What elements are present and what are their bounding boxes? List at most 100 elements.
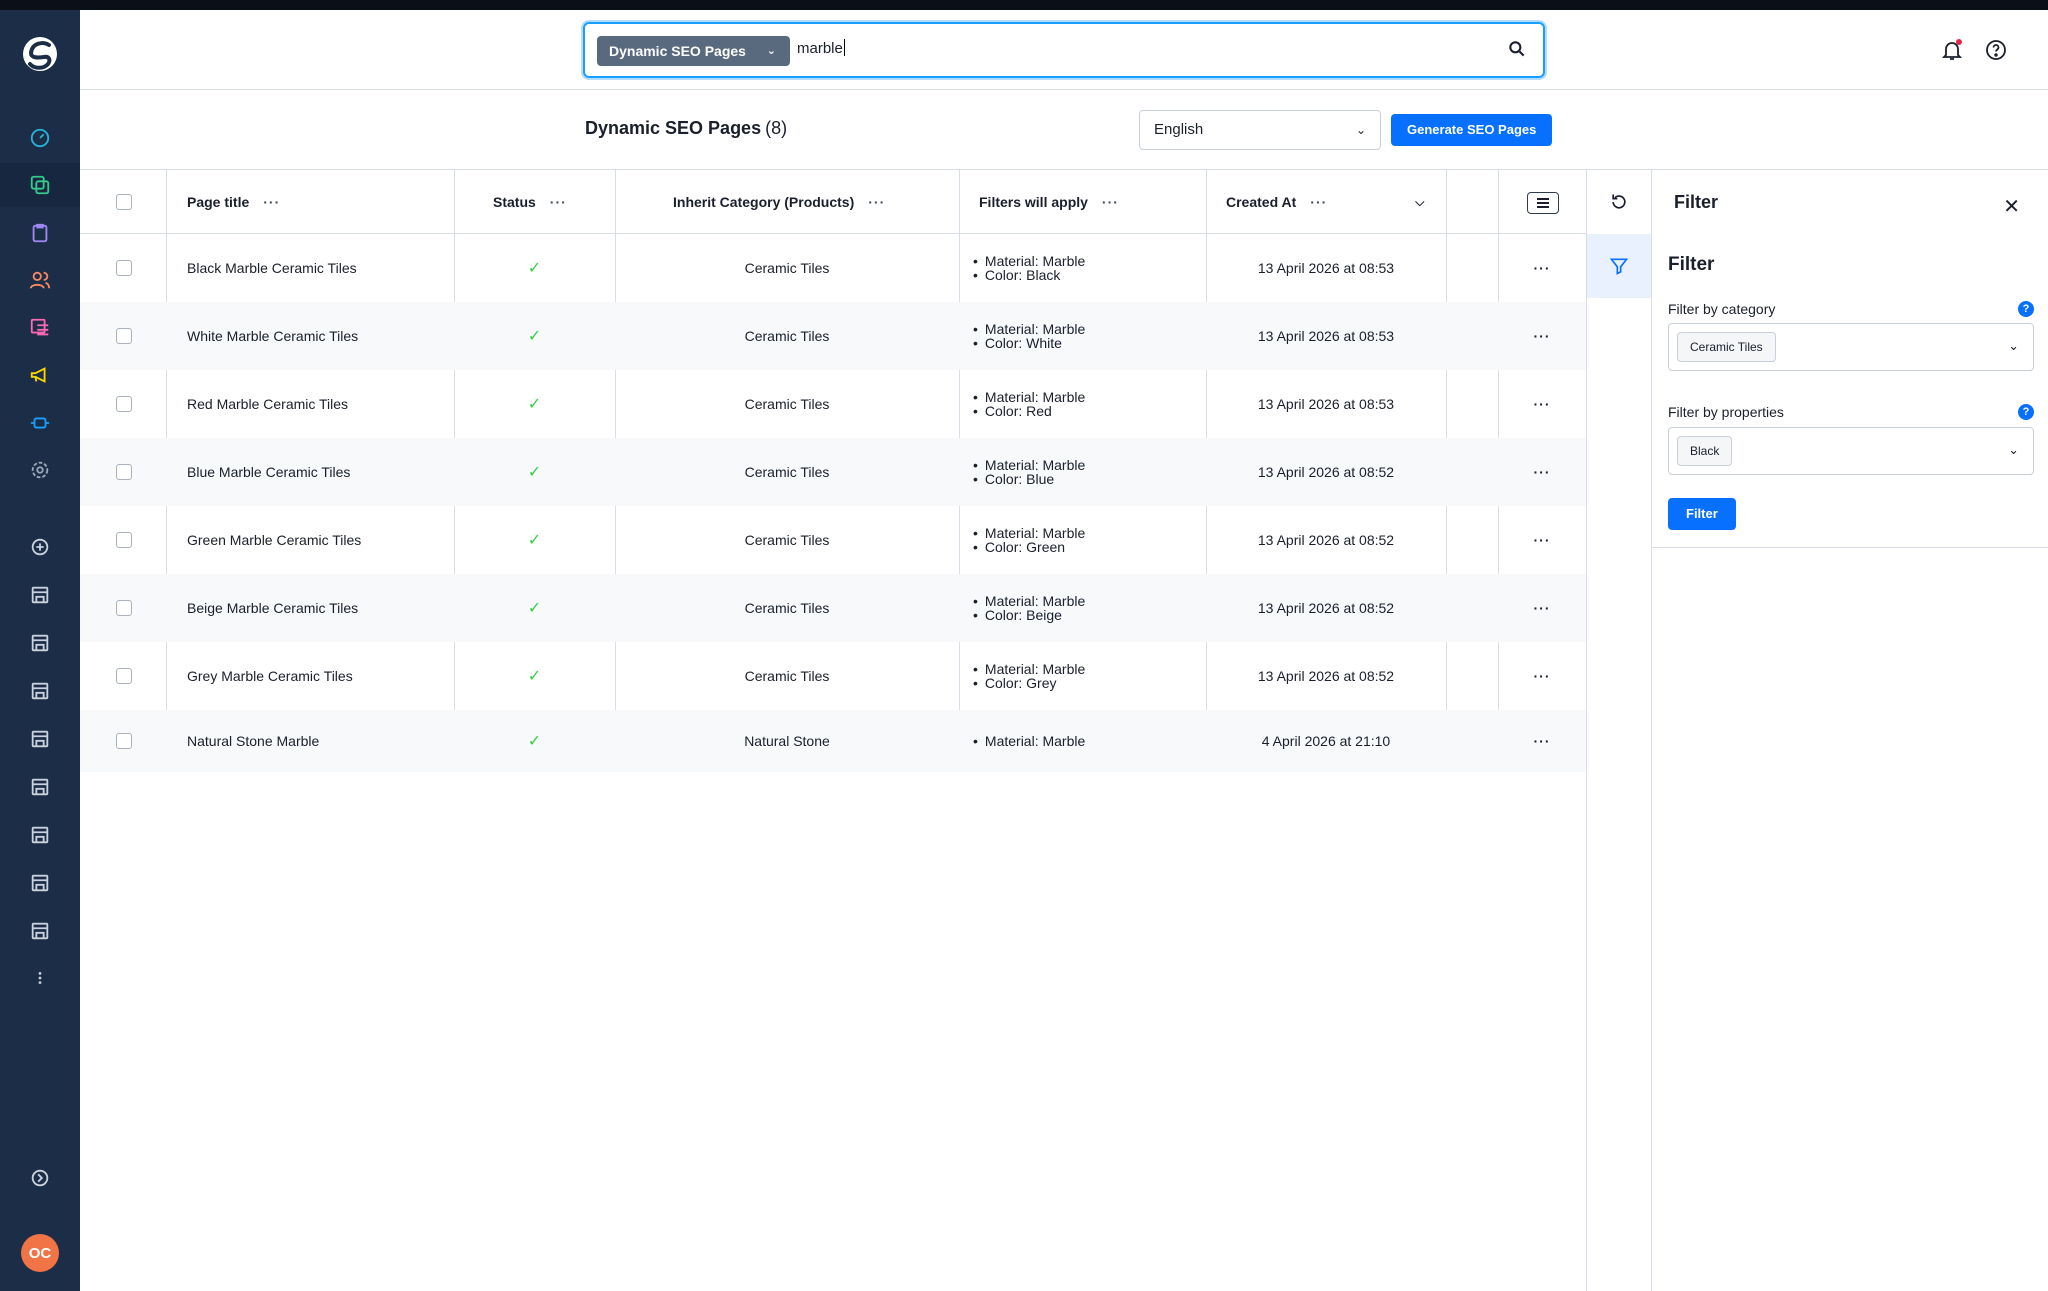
row-actions-icon[interactable]: ··· [1498, 710, 1586, 772]
column-settings-button[interactable] [1527, 192, 1559, 214]
property-tag[interactable]: Black [1677, 436, 1733, 466]
chevron-down-icon: ⌄ [2008, 338, 2019, 353]
chevron-down-icon: ⌄ [766, 45, 776, 57]
row-page-title[interactable]: Natural Stone Marble [187, 710, 319, 772]
row-actions-icon[interactable]: ··· [1498, 642, 1586, 710]
row-page-title[interactable]: Green Marble Ceramic Tiles [187, 506, 361, 574]
sort-descending-icon[interactable]: ⌵ [1415, 195, 1424, 210]
user-avatar[interactable]: OC [21, 1234, 59, 1272]
category-tag[interactable]: Ceramic Tiles [1677, 332, 1776, 362]
sidebar-item-sales-channel-7[interactable] [0, 861, 80, 905]
sidebar-item-sales-channel-3[interactable] [0, 669, 80, 713]
sidebar-item-extensions[interactable] [0, 401, 80, 445]
shopware-logo-icon[interactable] [20, 34, 60, 74]
row-page-title[interactable]: White Marble Ceramic Tiles [187, 302, 358, 370]
row-page-title[interactable]: Grey Marble Ceramic Tiles [187, 642, 353, 710]
top-strip [0, 0, 2048, 10]
table-row[interactable]: Blue Marble Ceramic Tiles ✓ Ceramic Tiles M… [80, 438, 1586, 506]
row-checkbox[interactable] [116, 396, 132, 412]
filter-category-select[interactable]: Ceramic Tiles ⌄ [1668, 323, 2034, 371]
page-title-text: Dynamic SEO Pages [585, 118, 762, 138]
column-options-icon[interactable]: ··· [1310, 194, 1327, 210]
table-row[interactable]: Natural Stone Marble ✓ Natural Stone Materi… [80, 710, 1586, 772]
column-header-created-at[interactable]: Created At ··· ⌵ [1226, 170, 1424, 234]
status-active-icon: ✓ [527, 328, 542, 345]
column-header-filters[interactable]: Filters will apply ··· [979, 170, 1119, 234]
row-checkbox[interactable] [116, 260, 132, 276]
filter-toggle-button[interactable] [1587, 234, 1651, 298]
row-actions-icon[interactable]: ··· [1498, 506, 1586, 574]
sidebar-item-sales-channel-1[interactable] [0, 573, 80, 617]
table-row[interactable]: Black Marble Ceramic Tiles ✓ Ceramic Tiles… [80, 234, 1586, 302]
row-page-title[interactable]: Black Marble Ceramic Tiles [187, 234, 357, 302]
language-select[interactable]: English ⌄ [1139, 110, 1381, 150]
row-checkbox[interactable] [116, 668, 132, 684]
row-actions-icon[interactable]: ··· [1498, 234, 1586, 302]
row-page-title[interactable]: Red Marble Ceramic Tiles [187, 370, 348, 438]
row-actions-icon[interactable]: ··· [1498, 370, 1586, 438]
column-options-icon[interactable]: ··· [550, 194, 567, 210]
table-row[interactable]: Beige Marble Ceramic Tiles ✓ Ceramic Tiles… [80, 574, 1586, 642]
sidebar-item-sales-channel-2[interactable] [0, 621, 80, 665]
row-page-title[interactable]: Beige Marble Ceramic Tiles [187, 574, 358, 642]
global-search[interactable]: Dynamic SEO Pages ⌄ marble [583, 22, 1545, 78]
table-row[interactable]: Green Marble Ceramic Tiles ✓ Ceramic Tiles… [80, 506, 1586, 574]
chevron-down-icon: ⌄ [1355, 123, 1366, 137]
table-row[interactable]: Grey Marble Ceramic Tiles ✓ Ceramic Tiles M… [80, 642, 1586, 710]
close-icon[interactable]: ✕ [2003, 194, 2020, 219]
column-options-icon[interactable]: ··· [263, 194, 280, 210]
row-actions-icon[interactable]: ··· [1498, 574, 1586, 642]
megaphone-icon [30, 367, 46, 383]
filter-item: Material: Marble [973, 662, 1085, 676]
help-icon[interactable]: ? [2018, 301, 2034, 317]
row-filters: Material: MarbleColor: Black [973, 234, 1085, 302]
table-row[interactable]: Red Marble Ceramic Tiles ✓ Ceramic Tiles Ma… [80, 370, 1586, 438]
filter-item: Color: White [973, 336, 1062, 350]
row-checkbox[interactable] [116, 532, 132, 548]
sidebar-item-marketing[interactable] [0, 353, 80, 397]
column-options-icon[interactable]: ··· [1102, 194, 1119, 210]
sidebar-item-orders[interactable] [0, 211, 80, 255]
sidebar-item-sales-channel-5[interactable] [0, 765, 80, 809]
sidebar-item-dashboard[interactable] [0, 116, 80, 160]
help-icon[interactable] [1984, 38, 2008, 62]
sidebar-expand-toggle[interactable] [0, 1156, 80, 1200]
sidebar-item-sales-channel-8[interactable] [0, 909, 80, 953]
sidebar-item-catalogues[interactable] [0, 163, 80, 207]
search-input[interactable]: marble [797, 39, 845, 57]
sidebar-item-more[interactable] [0, 956, 80, 1000]
row-actions-icon[interactable]: ··· [1498, 302, 1586, 370]
row-checkbox[interactable] [116, 600, 132, 616]
sidebar-item-content[interactable] [0, 306, 80, 350]
apply-filter-button[interactable]: Filter [1668, 498, 1736, 530]
row-checkbox[interactable] [116, 464, 132, 480]
search-icon[interactable] [1507, 39, 1527, 59]
column-header-page-title[interactable]: Page title ··· [187, 170, 280, 234]
row-checkbox[interactable] [116, 733, 132, 749]
sidebar-item-add-sales-channel[interactable] [0, 525, 80, 569]
filter-properties-label: Filter by properties [1668, 404, 1784, 420]
sidebar-item-sales-channel-6[interactable] [0, 813, 80, 857]
table-row[interactable]: White Marble Ceramic Tiles ✓ Ceramic Tiles… [80, 302, 1586, 370]
filter-heading: Filter [1668, 254, 1715, 275]
filter-properties-select[interactable]: Black ⌄ [1668, 427, 2034, 475]
notification-bell-icon[interactable] [1940, 38, 1964, 62]
column-header-category[interactable]: Inherit Category (Products) ··· [673, 170, 885, 234]
row-checkbox[interactable] [116, 328, 132, 344]
generate-seo-pages-button[interactable]: Generate SEO Pages [1391, 114, 1553, 146]
sidebar-item-settings[interactable] [0, 448, 80, 492]
column-header-status[interactable]: Status ··· [493, 170, 567, 234]
help-icon[interactable]: ? [2018, 404, 2034, 420]
row-actions-icon[interactable]: ··· [1498, 438, 1586, 506]
filter-form: Filter Filter by category ? Ceramic Tile… [1652, 234, 2048, 548]
filter-item: Color: Beige [973, 608, 1062, 622]
select-all-checkbox[interactable] [116, 194, 132, 210]
refresh-button[interactable] [1587, 170, 1651, 234]
sidebar-item-customers[interactable] [0, 258, 80, 302]
column-header-label: Status [493, 194, 536, 210]
row-page-title[interactable]: Blue Marble Ceramic Tiles [187, 438, 350, 506]
row-filters: Material: MarbleColor: White [973, 302, 1085, 370]
column-options-icon[interactable]: ··· [868, 194, 885, 210]
sidebar-item-sales-channel-4[interactable] [0, 717, 80, 761]
search-type-selector[interactable]: Dynamic SEO Pages ⌄ [597, 36, 790, 66]
